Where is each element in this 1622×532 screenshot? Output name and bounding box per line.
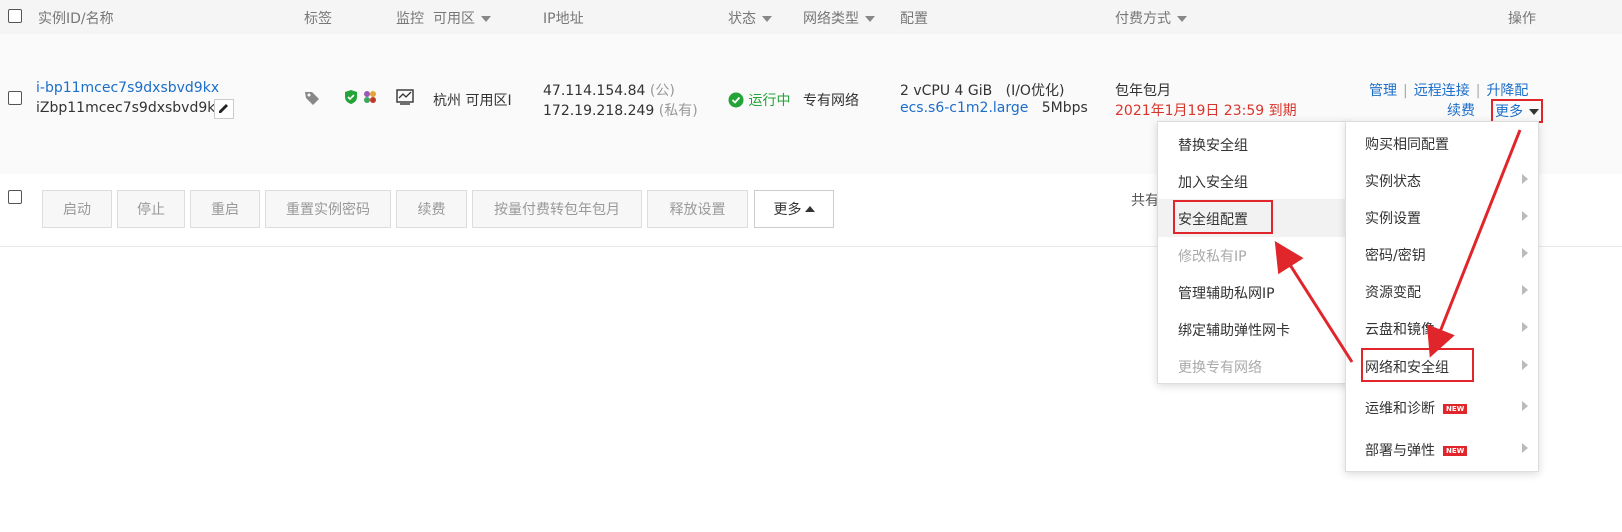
arrow-to-network-menu (1426, 129, 1522, 358)
arrow-to-security-config (1274, 240, 1354, 363)
annotation-arrows (1274, 129, 1522, 363)
